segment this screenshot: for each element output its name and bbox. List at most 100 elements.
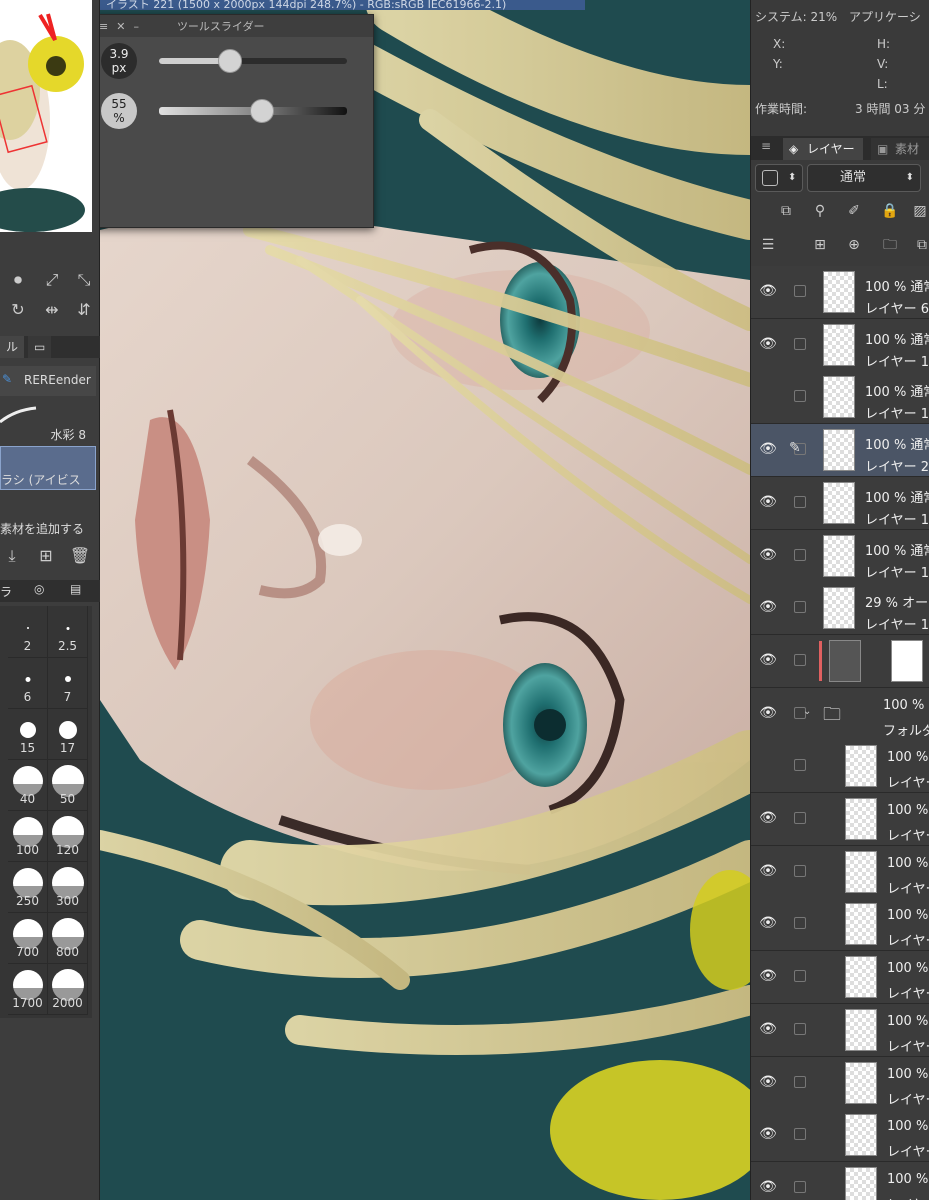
brush-size-cell[interactable]: 6 (8, 657, 48, 709)
tab-sub-tool-2[interactable]: ▭ (28, 336, 52, 358)
navigator-thumbnail[interactable] (0, 0, 92, 232)
reference-layer-icon[interactable]: ⚲ (809, 200, 831, 222)
layer-row[interactable]: 👁 100 % レイヤー (751, 793, 929, 846)
brush-item-selected[interactable]: ラシ (アイビス (0, 446, 96, 490)
opacity-knob[interactable] (250, 99, 275, 123)
eye-icon[interactable]: 👁 (759, 967, 777, 985)
minimize-icon[interactable]: – (133, 20, 139, 33)
layer-row[interactable]: 👁 100 % 通常レイヤー 1 (751, 529, 929, 583)
brush-size-cell[interactable]: 250 (8, 861, 48, 913)
brush-group-item[interactable]: ✎ REREender (0, 366, 96, 396)
brush-item-watercolor[interactable]: 水彩 8 (0, 398, 96, 444)
tab-layer[interactable]: ◈ レイヤー (783, 138, 863, 160)
layer-checkbox[interactable] (794, 653, 806, 666)
copy-layer-icon[interactable]: ⧉ (911, 234, 929, 256)
eye-icon[interactable]: 👁 (759, 914, 777, 932)
layer-row[interactable]: 100 % 通常レイヤー 1 (751, 371, 929, 425)
layer-row[interactable]: 👁 100 % 通常レイヤー 6 (751, 266, 929, 319)
layer-checkbox[interactable] (794, 1180, 806, 1193)
eye-icon[interactable]: 👁 (759, 809, 777, 827)
layer-row[interactable]: 👁 100 % 通常レイヤー 1 (751, 318, 929, 372)
new-raster-layer-icon[interactable]: ⊞ (809, 234, 831, 256)
brush-size-cell[interactable]: 50 (48, 759, 88, 811)
opacity-track[interactable] (159, 99, 347, 123)
layer-checkbox[interactable] (794, 812, 806, 824)
layer-checkbox[interactable] (794, 864, 806, 877)
eye-icon[interactable]: 👁 (759, 1125, 777, 1143)
eye-icon[interactable]: 👁 (759, 1073, 777, 1091)
circle-icon[interactable]: ◎ (34, 582, 44, 596)
eye-icon[interactable]: 👁 (759, 546, 777, 564)
layer-checkbox[interactable] (794, 1022, 806, 1035)
download-icon[interactable]: ⤓ (0, 544, 24, 568)
draft-layer-icon[interactable]: ✐ (843, 200, 865, 222)
layer-row[interactable]: 👁 100 % レイヤー (751, 845, 929, 899)
layer-checkbox[interactable] (794, 917, 806, 930)
brush-size-cell[interactable]: 40 (8, 759, 48, 811)
layer-checkbox[interactable] (794, 495, 806, 508)
expand-icon[interactable]: ⤢ (40, 268, 64, 292)
layer-checkbox[interactable] (794, 759, 806, 772)
brush-size-cell[interactable]: 100 (8, 810, 48, 862)
duplicate-icon[interactable]: ⊞ (34, 544, 58, 568)
layer-row[interactable]: 100 % レイヤー (751, 740, 929, 794)
record-icon[interactable]: ⏺ (6, 268, 30, 292)
layer-row[interactable]: 👁 100 % レイヤー (751, 1003, 929, 1057)
brush-size-cell[interactable]: 700 (8, 912, 48, 964)
layer-checkbox[interactable] (794, 548, 806, 561)
menu-icon[interactable]: ≡ (99, 20, 108, 33)
eye-icon[interactable]: 👁 (759, 1178, 777, 1196)
layer-row[interactable]: 👁 100 % レイヤー (751, 951, 929, 1005)
flip-horizontal-icon[interactable]: ⇹ (40, 298, 64, 322)
menu-icon[interactable]: ≡ (761, 139, 771, 153)
layer-row[interactable]: 👁 100 % 通常レイヤー 1 (751, 476, 929, 530)
eye-icon[interactable]: 👁 (759, 335, 777, 353)
clip-layer-icon[interactable]: ⧉ (775, 200, 797, 222)
layer-color-select[interactable]: ⬍ (755, 164, 803, 192)
layer-checkbox[interactable] (794, 337, 806, 350)
layer-row[interactable]: 👁 🗀 ⌄ 100 % フォルダ (751, 687, 929, 741)
new-folder-icon[interactable]: 🗀 (879, 234, 901, 256)
eye-icon[interactable]: 👁 (759, 282, 777, 300)
brush-size-cell[interactable]: 17 (48, 708, 88, 760)
rotate-icon[interactable]: ↻ (6, 298, 30, 322)
layer-checkbox[interactable] (794, 601, 806, 614)
tab-material[interactable]: ▣ 素材[ (871, 138, 929, 178)
brush-size-cell[interactable]: 800 (48, 912, 88, 964)
add-material-link[interactable]: 素材を追加する (0, 520, 96, 540)
layer-checkbox[interactable] (794, 1128, 806, 1141)
shrink-icon[interactable]: ⤡ (72, 268, 96, 292)
chevron-down-icon[interactable]: ⌄ (803, 706, 811, 717)
brush-size-track[interactable] (159, 49, 347, 73)
brush-size-cell[interactable]: 120 (48, 810, 88, 862)
eye-icon[interactable] (759, 756, 777, 774)
brush-size-cell[interactable]: 300 (48, 861, 88, 913)
layer-row[interactable]: 👁 (751, 634, 929, 688)
brush-size-cell[interactable]: 15 (8, 708, 48, 760)
layer-checkbox[interactable] (794, 1075, 806, 1088)
blend-mode-select[interactable]: 通常 ⬍ (807, 164, 921, 192)
eye-icon[interactable]: 👁 (759, 704, 777, 722)
layer-list-icon[interactable]: ☰ (757, 234, 779, 256)
brush-size-cell[interactable]: 2.5 (48, 606, 88, 658)
film-icon[interactable]: ▤ (70, 582, 81, 596)
layer-row[interactable]: 👁 100 % レイヤー (751, 1161, 929, 1200)
brush-size-cell[interactable]: 7 (48, 657, 88, 709)
trash-icon[interactable]: 🗑 (68, 544, 92, 568)
layer-row[interactable]: 👁 100 % レイヤー (751, 1056, 929, 1110)
eye-icon[interactable]: 👁 (759, 493, 777, 511)
brush-size-knob[interactable] (218, 49, 243, 73)
lock-transparency-icon[interactable]: ▨ (909, 200, 929, 222)
eye-icon[interactable]: 👁 (759, 598, 777, 616)
layer-checkbox[interactable] (794, 285, 806, 297)
layer-row[interactable]: 👁 ✎ 100 % 通常レイヤー 2 (751, 424, 929, 478)
brush-size-cell[interactable]: 2 (8, 606, 48, 658)
eye-icon[interactable]: 👁 (759, 862, 777, 880)
eye-icon[interactable]: 👁 (759, 1020, 777, 1038)
eye-icon[interactable] (759, 387, 777, 405)
lock-icon[interactable]: 🔒 (879, 200, 901, 222)
brush-size-cell[interactable]: 2000 (48, 963, 88, 1015)
tab-sub-tool[interactable]: ル (0, 336, 25, 358)
layer-row[interactable]: 👁 29 % オー レイヤー 1 (751, 582, 929, 636)
new-vector-layer-icon[interactable]: ⊕ (843, 234, 865, 256)
